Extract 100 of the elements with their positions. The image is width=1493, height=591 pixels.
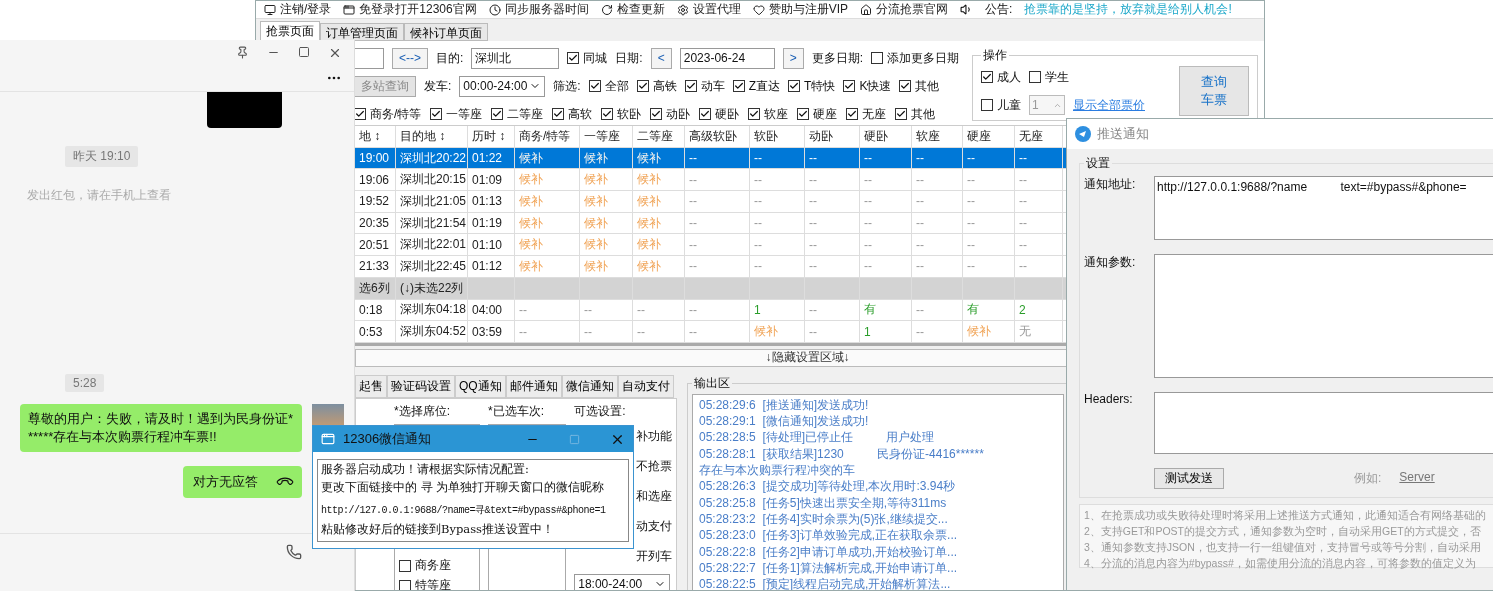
checkbox[interactable]: Z直达 (732, 77, 781, 95)
field-label: *已选车次: (488, 402, 546, 420)
checkbox[interactable]: 其他 (899, 77, 940, 95)
checkbox[interactable]: 一等座 (430, 105, 483, 123)
swap-button[interactable]: <--> (392, 47, 428, 69)
field-label: *选择席位: (394, 402, 451, 420)
checkbox[interactable]: 动车 (684, 77, 725, 95)
toolbar-button[interactable]: 检查更新 (600, 1, 665, 18)
app-icon (1075, 126, 1091, 142)
checkbox[interactable]: 添加更多日期 (871, 49, 960, 67)
toolbar-button[interactable]: 免登录打开12306官网 (343, 1, 477, 18)
checkbox[interactable]: 全部 (588, 77, 629, 95)
date-field[interactable]: 2023-06-24 (679, 47, 775, 69)
checkbox[interactable]: 高软 (552, 105, 593, 123)
tab[interactable]: 候补订单页面 (404, 23, 488, 41)
field-label: Headers: (1084, 392, 1134, 408)
headers-field[interactable] (1154, 392, 1493, 454)
table-cell: -- (805, 256, 860, 278)
column-header[interactable]: 软座 (912, 126, 963, 148)
checkbox[interactable]: 二等座 (491, 105, 544, 123)
column-header[interactable]: 目的地 ↕ (396, 126, 468, 148)
checkbox[interactable]: 无座 (846, 105, 887, 123)
column-header[interactable]: 动卧 (805, 126, 860, 148)
toolbar-button[interactable]: 注销/登录 (264, 1, 332, 18)
tab[interactable]: 抢票页面 (260, 21, 320, 41)
message-text-area[interactable]: 服务器启动成功！请根据实际情况配置: 更改下面链接中的 寻 为单独打开聊天窗口的微信昵称 http://127.0.0.1:9688/?name=寻&text=#bypass#&phone=1 粘贴修改好后的链接到Bypass推送设置中！ (317, 459, 629, 542)
check-icon (844, 81, 855, 91)
check-icon (896, 109, 907, 119)
checkbox[interactable]: 动卧 (650, 105, 691, 123)
toolbar-button[interactable]: 赞助与注册VIP (752, 1, 849, 18)
column-header[interactable]: 高级软卧 (685, 126, 750, 148)
checkbox[interactable]: 同城 (567, 49, 608, 67)
checkbox[interactable]: K快速 (843, 77, 892, 95)
prev-date-button[interactable]: < (650, 47, 672, 69)
toolbar-button[interactable]: 同步服务器时间 (488, 1, 589, 18)
checkbox[interactable]: 软卧 (601, 105, 642, 123)
column-header[interactable]: 二等座 (633, 126, 685, 148)
time-range-select[interactable]: 18:00-24:00 (574, 573, 671, 590)
check-icon (900, 81, 911, 91)
checkbox[interactable]: 硬卧 (699, 105, 740, 123)
field-label: 可选设置: (574, 402, 627, 420)
column-header[interactable]: 硬座 (963, 126, 1015, 148)
test-send-button[interactable]: 测试发送 (1154, 468, 1224, 489)
settings-tab[interactable]: QQ通知 (455, 374, 506, 398)
column-header[interactable]: 硬卧 (860, 126, 912, 148)
station-field[interactable] (354, 47, 384, 69)
check-icon (492, 109, 503, 119)
checkbox[interactable]: 软座 (748, 105, 789, 123)
field-label: 通知地址: (1084, 176, 1137, 193)
table-cell: 03:59 (468, 321, 515, 343)
example-link[interactable]: Server (1399, 470, 1435, 487)
field-label: 通知参数: (1084, 254, 1137, 271)
settings-tab[interactable]: 微信通知 (561, 374, 618, 398)
field-label: 目的: (436, 49, 464, 67)
toolbar-icon (488, 3, 501, 16)
checkbox[interactable]: T特快 (788, 77, 836, 95)
checkbox[interactable]: 成人 (981, 68, 1021, 86)
pin-icon[interactable] (236, 46, 249, 60)
group-title: 输出区 (693, 374, 731, 392)
settings-tab[interactable]: 自动支付 (617, 374, 674, 398)
url-field[interactable]: http://127.0.0.1:9688/?name text=#bypass#&phone= (1154, 176, 1493, 240)
settings-tab[interactable]: 验证码设置 (387, 374, 455, 398)
checkbox[interactable]: 高铁 (636, 77, 677, 95)
maximize-icon[interactable] (298, 46, 310, 60)
table-cell: (↓)未选22列 (396, 277, 468, 300)
toolbar-icon (676, 3, 689, 16)
check-icon (355, 109, 365, 119)
check-icon (982, 72, 992, 82)
checkbox[interactable]: 其他 (895, 105, 936, 123)
toolbar-icon (600, 3, 613, 16)
note-line: 2、支持GET和POST的提交方式，通知参数为空时，自动采用GET的方式提交，否 (1084, 524, 1482, 539)
depart-time-select[interactable]: 00:00-24:00 (459, 75, 546, 97)
next-date-button[interactable]: > (782, 47, 804, 69)
table-cell: 候补 (515, 256, 580, 278)
settings-tab[interactable]: 起售 (355, 374, 387, 398)
settings-tab[interactable]: 邮件通知 (505, 374, 562, 398)
params-field[interactable] (1154, 254, 1493, 378)
query-button[interactable]: 查询车票 (1179, 66, 1249, 116)
check-icon (637, 81, 648, 91)
column-header[interactable]: 软卧 (750, 126, 805, 148)
column-header[interactable]: 一等座 (580, 126, 633, 148)
column-header[interactable]: 历时 ↕ (468, 126, 515, 148)
note-line: 1、在抢票成功或失败待处理时将采用上述推送方式通知，此通知适合有网络基础的 (1084, 508, 1487, 523)
toolbar-button[interactable]: 设置代理 (676, 1, 741, 18)
message-bubble: 尊敬的用户：失败，请及时！遇到为民身份证******存在与本次购票行程冲车票!! (20, 404, 302, 452)
checkbox[interactable]: 儿童 (981, 96, 1021, 114)
toolbar-button[interactable]: 分流抢票官网 (860, 1, 949, 18)
destination-field[interactable]: 深圳北 (471, 47, 560, 69)
log-line: 05:28:23:0 [任务3]订单效验完成,正在获取余票... (699, 527, 959, 544)
checkbox[interactable]: 硬座 (797, 105, 838, 123)
tab[interactable]: 订单管理页面 (320, 23, 404, 41)
column-header[interactable]: 商务/特等 (515, 126, 580, 148)
close-icon[interactable] (328, 46, 342, 60)
table-cell: -- (1015, 256, 1063, 278)
option-label: 补功能 (636, 428, 672, 446)
checkbox[interactable]: 学生 (1029, 68, 1069, 86)
checkbox[interactable]: 商务座 (399, 557, 476, 575)
column-header[interactable]: 无座 (1015, 126, 1063, 148)
show-prices-link[interactable]: 显示全部票价 (1073, 96, 1145, 114)
toolbar-icon (752, 3, 765, 16)
